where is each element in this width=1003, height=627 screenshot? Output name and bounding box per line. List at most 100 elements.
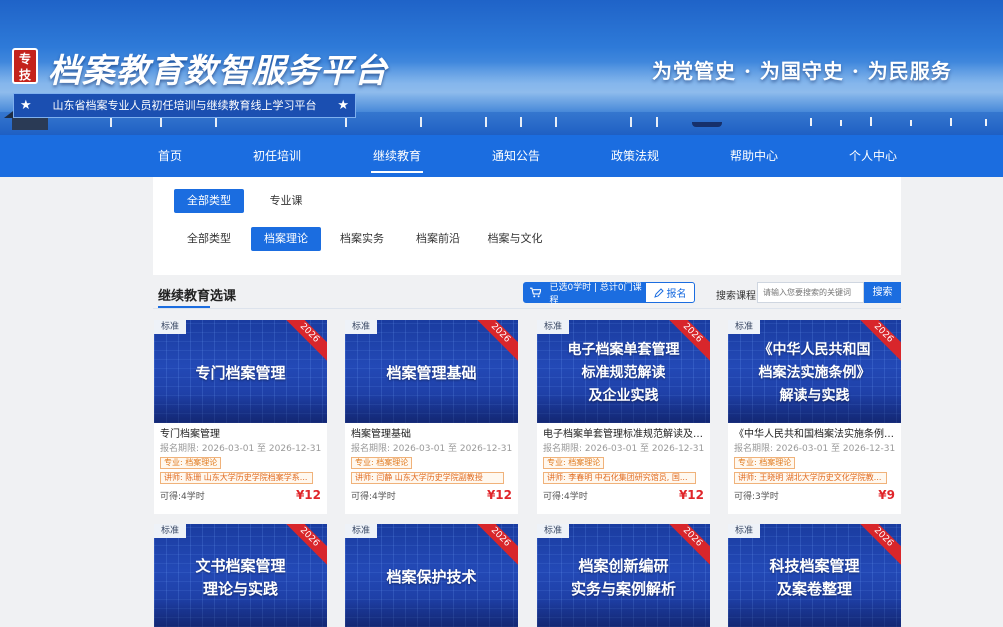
course-cover-title: 专门档案管理 (195, 364, 286, 382)
edit-icon (653, 287, 664, 298)
main-nav: 首页 初任培训 继续教育 通知公告 政策法规 帮助中心 个人中心 (0, 135, 1003, 177)
category-filter-archive-practice[interactable]: 档案实务 (334, 227, 390, 251)
subtitle-text: 山东省档案专业人员初任培训与继续教育线上学习平台 (52, 99, 317, 112)
category-filter-archive-culture[interactable]: 档案与文化 (485, 227, 545, 251)
course-cover-title: 电子档案单套管理 标准规范解读 及企业实践 (567, 342, 680, 404)
cart-status: 已选0学时 | 总计0门课程 (549, 282, 642, 306)
search-input[interactable] (757, 282, 864, 303)
category-filter-archive-theory[interactable]: 档案理论 (251, 227, 321, 251)
course-cover-title: 档案保护技术 (386, 568, 477, 586)
standard-badge: 标准 (345, 320, 378, 334)
course-price: ¥12 (678, 488, 704, 502)
nav-item-initial-training[interactable]: 初任培训 (251, 135, 303, 177)
course-name: 档案管理基础 (351, 429, 411, 440)
credit-hours: 可得:4学时 (543, 491, 588, 502)
site-title: 档案教育数智服务平台 (48, 51, 388, 90)
standard-badge: 标准 (537, 524, 570, 538)
nav-item-policies[interactable]: 政策法规 (609, 135, 661, 177)
course-cover-title: 文书档案管理 理论与实践 (195, 556, 286, 598)
category-filter-all[interactable]: 全部类型 (181, 227, 237, 251)
standard-badge: 标准 (537, 320, 570, 334)
header-banner: 专技 档案教育数智服务平台 ★ 山东省档案专业人员初任培训与继续教育线上学习平台… (0, 0, 1003, 135)
section-divider (153, 308, 901, 309)
course-cover: 专门档案管理 标准 2026 (154, 320, 327, 423)
star-icon: ★ (337, 98, 349, 113)
credit-hours: 可得:4学时 (160, 491, 205, 502)
standard-badge: 标准 (728, 320, 761, 334)
course-name: 《中华人民共和国档案法实施条例》... (734, 429, 895, 440)
course-cover: 科技档案管理 及案卷整理 标准 2026 (728, 524, 901, 627)
search-label: 搜索课程 (716, 291, 756, 302)
cart-bar[interactable]: 已选0学时 | 总计0门课程 报名 (523, 282, 695, 306)
standard-badge: 标准 (728, 524, 761, 538)
filter-panel: 全部类型 专业课 全部类型 档案理论 档案实务 档案前沿 档案与文化 (153, 177, 901, 275)
pier-post (520, 117, 522, 127)
cart-icon (530, 287, 542, 298)
pier-post (555, 117, 557, 127)
major-tag: 专业: 档案理论 (351, 457, 413, 469)
course-card[interactable]: 电子档案单套管理 标准规范解读 及企业实践 标准 2026 电子档案单套管理标准… (537, 320, 710, 514)
major-tag: 专业: 档案理论 (543, 457, 605, 469)
course-cover-title: 科技档案管理 及案卷整理 (769, 556, 860, 598)
type-filter-professional[interactable]: 专业课 (260, 189, 312, 213)
nav-item-help[interactable]: 帮助中心 (728, 135, 780, 177)
slogan: 为党管史 · 为国守史 · 为民服务 (652, 59, 952, 83)
nav-item-announcements[interactable]: 通知公告 (490, 135, 542, 177)
major-tag: 专业: 档案理论 (734, 457, 796, 469)
course-cover: 电子档案单套管理 标准规范解读 及企业实践 标准 2026 (537, 320, 710, 423)
course-cover-title: 《中华人民共和国 档案法实施条例》 解读与实践 (758, 342, 871, 404)
course-cover: 档案管理基础 标准 2026 (345, 320, 518, 423)
pier-post (630, 117, 632, 127)
course-price: ¥12 (295, 488, 321, 502)
pier-post (485, 117, 487, 127)
course-price: ¥9 (878, 488, 895, 502)
course-cover: 《中华人民共和国 档案法实施条例》 解读与实践 标准 2026 (728, 320, 901, 423)
pier-post (656, 117, 658, 127)
nav-item-continuing-education[interactable]: 继续教育 (371, 135, 423, 177)
enroll-label: 报名 (666, 289, 687, 300)
type-filter-all[interactable]: 全部类型 (174, 189, 244, 213)
course-cover-title: 档案管理基础 (386, 364, 477, 382)
enroll-period: 报名期限: 2026-03-01 至 2026-12-31 (543, 444, 705, 454)
subtitle-bar: ★ 山东省档案专业人员初任培训与继续教育线上学习平台 ★ (13, 93, 356, 118)
course-cover-title: 档案创新编研 实务与案例解析 (570, 556, 676, 598)
course-name: 专门档案管理 (160, 429, 220, 440)
category-filter-archive-frontier[interactable]: 档案前沿 (410, 227, 466, 251)
course-card[interactable]: 档案保护技术 标准 2026 (345, 524, 518, 627)
course-card[interactable]: 科技档案管理 及案卷整理 标准 2026 (728, 524, 901, 627)
pier-post (420, 117, 422, 127)
enroll-period: 报名期限: 2026-03-01 至 2026-12-31 (160, 444, 322, 454)
credit-hours: 可得:4学时 (351, 491, 396, 502)
course-card[interactable]: 档案管理基础 标准 2026 档案管理基础 报名期限: 2026-03-01 至… (345, 320, 518, 514)
lecturer-tag: 讲师: 闫静 山东大学历史学院副教授 (351, 472, 504, 484)
enroll-button[interactable]: 报名 (646, 283, 694, 302)
major-tag: 专业: 档案理论 (160, 457, 222, 469)
ship-illustration (692, 122, 722, 127)
logo-seal: 专技 (12, 48, 38, 84)
bridge-illustration (800, 116, 1000, 126)
course-cover: 档案保护技术 标准 2026 (345, 524, 518, 627)
course-card[interactable]: 档案创新编研 实务与案例解析 标准 2026 (537, 524, 710, 627)
search-button[interactable]: 搜索 (864, 282, 901, 303)
pier-post (160, 117, 162, 127)
pier-post (215, 117, 217, 127)
nav-item-home[interactable]: 首页 (150, 135, 190, 177)
standard-badge: 标准 (345, 524, 378, 538)
pier-post (110, 117, 112, 127)
course-price: ¥12 (486, 488, 512, 502)
enroll-period: 报名期限: 2026-03-01 至 2026-12-31 (734, 444, 896, 454)
section-title: 继续教育选课 (158, 289, 237, 304)
course-card[interactable]: 文书档案管理 理论与实践 标准 2026 (154, 524, 327, 627)
standard-badge: 标准 (154, 524, 187, 538)
lecturer-tag: 讲师: 陈珊 山东大学历史学院档案学系... (160, 472, 313, 484)
course-cover: 文书档案管理 理论与实践 标准 2026 (154, 524, 327, 627)
credit-hours: 可得:3学时 (734, 491, 779, 502)
course-card[interactable]: 《中华人民共和国 档案法实施条例》 解读与实践 标准 2026 《中华人民共和国… (728, 320, 901, 514)
course-name: 电子档案单套管理标准规范解读及企... (543, 429, 704, 440)
pier-post (345, 117, 347, 127)
star-icon: ★ (20, 98, 32, 113)
lecturer-tag: 讲师: 王晓明 湖北大学历史文化学院教... (734, 472, 887, 484)
nav-item-profile[interactable]: 个人中心 (847, 135, 899, 177)
course-card[interactable]: 专门档案管理 标准 2026 专门档案管理 报名期限: 2026-03-01 至… (154, 320, 327, 514)
lecturer-tag: 讲师: 李春明 中石化集团研究馆员, 国... (543, 472, 696, 484)
